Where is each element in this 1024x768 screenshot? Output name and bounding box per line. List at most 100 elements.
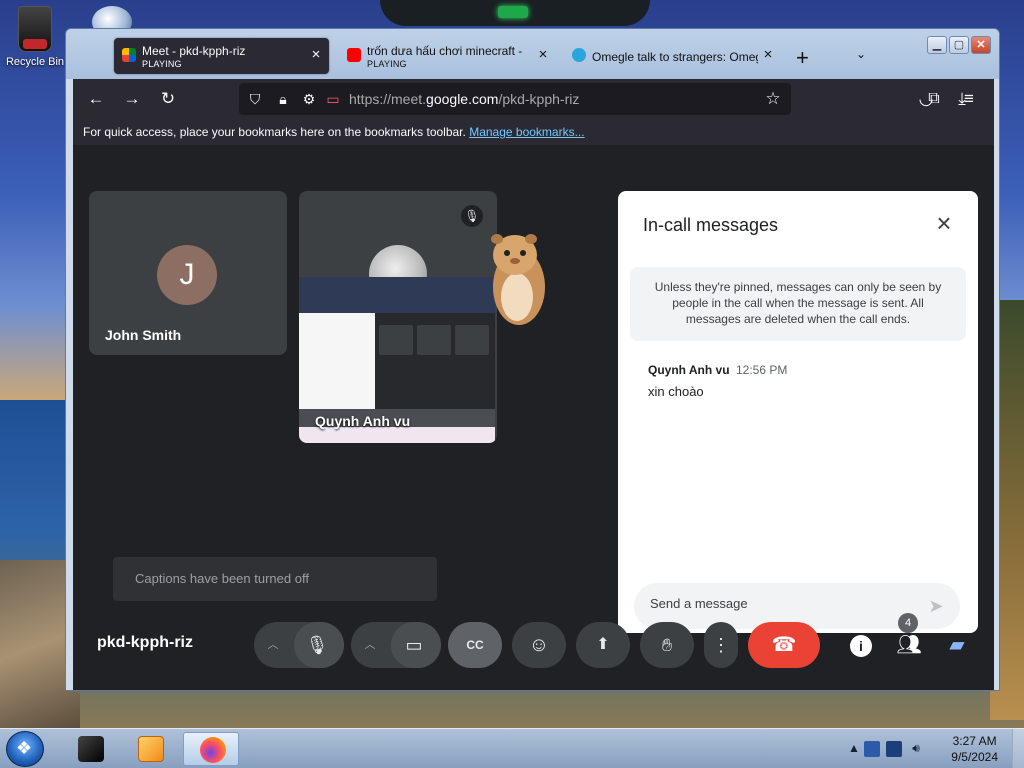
message-timestamp: 12:56 PM bbox=[736, 363, 788, 377]
url-prefix: https://meet. bbox=[349, 91, 427, 107]
shared-screen-preview: Quynh Anh vu bbox=[299, 277, 495, 443]
tab-close-icon[interactable]: × bbox=[535, 47, 551, 63]
tab-close-icon[interactable]: × bbox=[760, 47, 776, 63]
shield-icon[interactable]: ⛉ bbox=[245, 88, 265, 110]
show-desktop-button[interactable] bbox=[1012, 729, 1024, 768]
message-text: xin choào bbox=[648, 384, 704, 399]
shared-thumb bbox=[417, 325, 451, 355]
tab-playing-label: PLAYING bbox=[367, 59, 407, 69]
back-arrow-icon[interactable]: ← bbox=[83, 87, 109, 111]
navigation-toolbar: ← → ↻ ⛉ 🔒︎ ⚙ ▭ https://meet.google.com/p… bbox=[73, 79, 994, 119]
leave-call-button[interactable]: ☎︎ bbox=[748, 622, 820, 668]
more-options-button[interactable]: ⋮ bbox=[704, 622, 738, 668]
tab-playing-label: PLAYING bbox=[142, 59, 182, 69]
list-all-tabs-button[interactable]: ⌄ bbox=[856, 47, 866, 61]
lock-icon[interactable]: 🔒︎ bbox=[273, 88, 293, 110]
maximize-button[interactable]: ▢ bbox=[949, 36, 969, 54]
tab-meet[interactable]: Meet - pkd-kpph-riz PLAYING × bbox=[114, 38, 329, 74]
tray-expand-icon[interactable]: ▲ bbox=[846, 741, 862, 757]
url-path: /pkd-kpph-riz bbox=[498, 91, 580, 107]
captions-button[interactable]: CC bbox=[448, 622, 502, 668]
manage-bookmarks-link[interactable]: Manage bookmarks... bbox=[469, 125, 584, 139]
tab-title: Omegle talk to strangers: Omeg bbox=[592, 50, 758, 64]
microphone-icon[interactable]: 🎙︎ bbox=[294, 622, 340, 668]
bookmark-star-icon[interactable]: ☆ bbox=[763, 88, 783, 110]
url-domain: google.com bbox=[426, 91, 499, 107]
terminal-icon bbox=[78, 736, 104, 762]
volume-icon[interactable]: 🔊︎ bbox=[908, 741, 924, 757]
present-screen-button[interactable]: ⬆ bbox=[576, 622, 630, 668]
more-vert-icon: ⋮ bbox=[712, 635, 730, 655]
window-controls: ▁ ▢ ✕ bbox=[927, 36, 991, 54]
forward-arrow-icon[interactable]: → bbox=[119, 87, 145, 111]
taskbar: ▲ 🔊︎ 3:27 AM 9/5/2024 bbox=[0, 728, 1024, 768]
tab-youtube[interactable]: trốn dưa hấu chơi minecraft - Y PLAYING … bbox=[339, 38, 554, 74]
chat-button[interactable]: ▰ bbox=[937, 625, 977, 665]
meeting-details-button[interactable]: i bbox=[841, 625, 881, 665]
in-call-messages-panel: In-call messages × Unless they're pinned… bbox=[618, 191, 978, 633]
send-icon[interactable]: ➤ bbox=[924, 594, 948, 618]
captions-notice: Captions have been turned off bbox=[113, 557, 437, 601]
tab-omegle[interactable]: Omegle talk to strangers: Omeg × bbox=[564, 38, 779, 74]
send-message-input[interactable] bbox=[650, 596, 910, 611]
tab-close-icon[interactable]: × bbox=[308, 47, 324, 63]
menu-hamburger-icon[interactable]: ≡ bbox=[956, 87, 982, 111]
notch-led bbox=[498, 6, 528, 18]
participant-name: Quynh Anh vu bbox=[315, 413, 411, 429]
extensions-puzzle-icon[interactable]: ⧉ bbox=[921, 87, 947, 111]
meeting-code: pkd-kpph-riz bbox=[97, 634, 193, 651]
media-player-icon bbox=[138, 736, 164, 762]
raise-hand-button[interactable]: ✋︎ bbox=[640, 622, 694, 668]
recycle-bin-label: Recycle Bin bbox=[5, 56, 65, 68]
tray-app-icon[interactable] bbox=[864, 741, 880, 757]
tab-title: trốn dưa hấu chơi minecraft - Y bbox=[367, 44, 522, 58]
chat-notice: Unless they're pinned, messages can only… bbox=[630, 267, 966, 341]
camera-sharing-icon[interactable]: ▭ bbox=[323, 88, 343, 110]
meet-icon bbox=[122, 48, 136, 62]
end-call-icon: ☎︎ bbox=[771, 634, 797, 656]
people-count-badge: 4 bbox=[898, 613, 918, 633]
avatar: J bbox=[157, 245, 217, 305]
participant-tile-quynh[interactable]: 🎙︎ Quynh Anh vu bbox=[299, 191, 497, 443]
permissions-icon[interactable]: ⚙ bbox=[299, 88, 319, 110]
network-icon[interactable] bbox=[886, 741, 902, 757]
browser-window: Meet - pkd-kpph-riz PLAYING × trốn dưa h… bbox=[65, 28, 1000, 691]
top-notch-decoration bbox=[380, 0, 650, 26]
mic-options-chevron-icon[interactable]: ︿ bbox=[254, 622, 292, 668]
close-icon[interactable]: × bbox=[930, 209, 958, 237]
participant-tile-john[interactable]: J John Smith bbox=[89, 191, 287, 355]
youtube-icon bbox=[347, 48, 361, 62]
taskbar-item-firefox[interactable] bbox=[183, 732, 239, 766]
taskbar-item-media-player[interactable] bbox=[122, 732, 178, 766]
system-clock[interactable]: 3:27 AM 9/5/2024 bbox=[951, 733, 998, 765]
closed-captions-icon: CC bbox=[466, 638, 484, 652]
address-bar[interactable]: ⛉ 🔒︎ ⚙ ▭ https://meet.google.com/pkd-kpp… bbox=[239, 83, 791, 115]
recycle-bin-desktop-icon[interactable]: Recycle Bin bbox=[4, 4, 66, 68]
reload-icon[interactable]: ↻ bbox=[155, 87, 181, 111]
camera-icon[interactable]: ▭ bbox=[391, 622, 437, 668]
taskbar-item-terminal[interactable] bbox=[62, 732, 118, 766]
shared-thumb bbox=[455, 325, 489, 355]
bookmarks-toolbar: For quick access, place your bookmarks h… bbox=[73, 119, 994, 145]
window-close-button[interactable]: ✕ bbox=[971, 36, 991, 54]
bookmarks-hint-text: For quick access, place your bookmarks h… bbox=[83, 125, 466, 139]
chat-panel-title: In-call messages bbox=[643, 215, 779, 235]
minimize-button[interactable]: ▁ bbox=[927, 36, 947, 54]
url-text[interactable]: https://meet.google.com/pkd-kpph-riz bbox=[349, 91, 579, 107]
present-icon: ⬆ bbox=[596, 636, 610, 653]
camera-options-chevron-icon[interactable]: ︿ bbox=[351, 622, 389, 668]
emoji-reaction-button[interactable]: ☺ bbox=[512, 622, 566, 668]
firefox-icon bbox=[200, 737, 226, 763]
start-button[interactable] bbox=[6, 731, 44, 767]
hamster-sticker-image bbox=[491, 234, 545, 325]
camera-control-group: ︿ ▭ bbox=[351, 622, 441, 668]
clock-date: 9/5/2024 bbox=[951, 750, 998, 764]
new-tab-button[interactable]: + bbox=[796, 45, 809, 71]
info-icon: i bbox=[850, 635, 872, 657]
shared-screen-right-pane bbox=[375, 313, 495, 409]
mic-control-group: ︿ 🎙︎ bbox=[254, 622, 344, 668]
participant-name: John Smith bbox=[105, 327, 182, 343]
omegle-icon bbox=[572, 48, 586, 62]
meet-content-area: J John Smith 🎙︎ Quynh Anh vu Captions ha… bbox=[73, 145, 994, 690]
tab-bar: Meet - pkd-kpph-riz PLAYING × trốn dưa h… bbox=[66, 29, 999, 79]
